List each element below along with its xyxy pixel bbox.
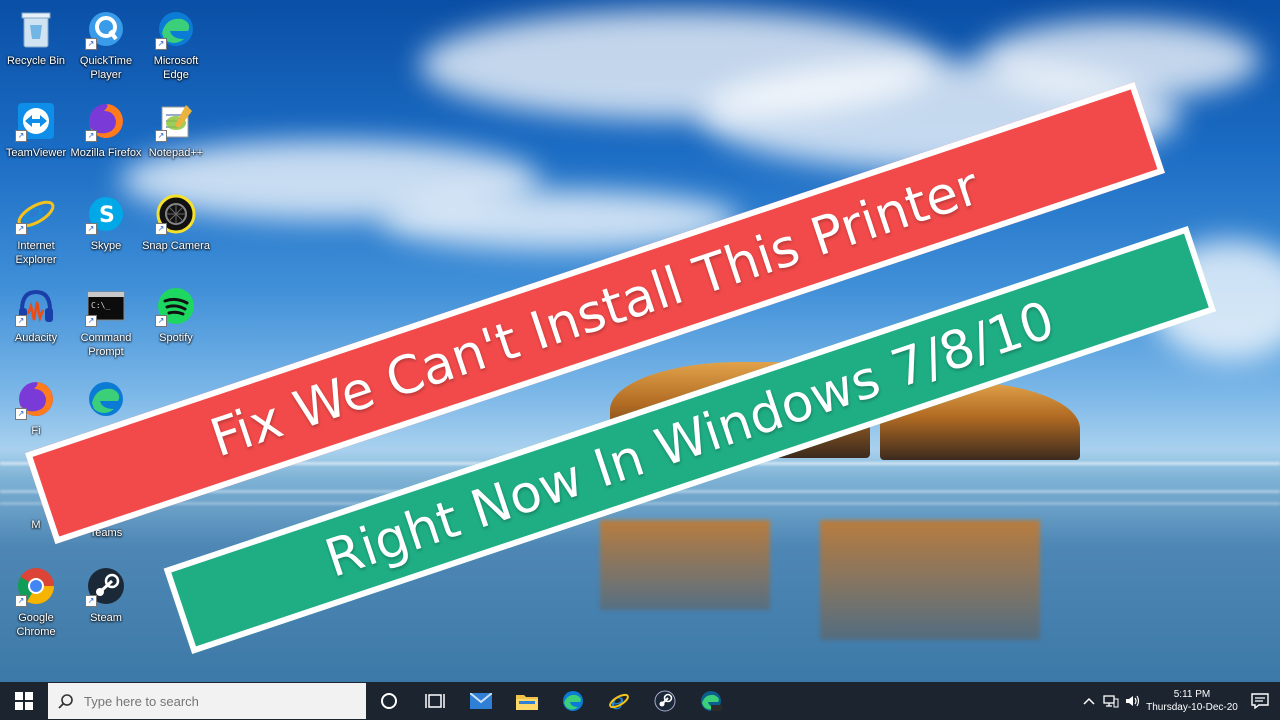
search-input[interactable]: [82, 692, 346, 710]
shortcut-arrow-icon: ↗: [155, 315, 167, 327]
shortcut-arrow-icon: ↗: [15, 595, 27, 607]
desktop-icon-teamviewer[interactable]: ↗ TeamViewer: [0, 100, 72, 160]
shortcut-arrow-icon: ↗: [85, 595, 97, 607]
shortcut-arrow-icon: ↗: [15, 223, 27, 235]
desktop-icon-recycle-bin[interactable]: Recycle Bin: [0, 8, 72, 68]
internet-explorer-icon: e ↗: [15, 193, 57, 235]
task-view-button[interactable]: [412, 682, 458, 720]
teamviewer-icon: ↗: [15, 100, 57, 142]
chevron-up-icon: [1083, 697, 1095, 705]
file-explorer-icon: [516, 695, 538, 710]
edge-icon: [85, 378, 127, 420]
taskbar-edge[interactable]: [550, 682, 596, 720]
shortcut-arrow-icon: ↗: [85, 130, 97, 142]
shortcut-arrow-icon: ↗: [15, 130, 27, 142]
task-view-icon: [425, 694, 445, 708]
taskbar-clock[interactable]: 5:11 PM Thursday-10-Dec-20: [1144, 688, 1240, 714]
audacity-icon: ↗: [15, 285, 57, 327]
command-prompt-icon: C:\_ ↗: [85, 285, 127, 327]
clock-time: 5:11 PM: [1173, 689, 1211, 700]
snap-camera-icon: ↗: [155, 193, 197, 235]
shortcut-arrow-icon: ↗: [155, 130, 167, 142]
action-center-button[interactable]: [1240, 682, 1280, 720]
system-tray: 5:11 PM Thursday-10-Dec-20: [1078, 682, 1280, 720]
skype-icon: S ↗: [85, 193, 127, 235]
taskbar-internet-explorer[interactable]: e: [596, 682, 642, 720]
internet-explorer-icon: e: [609, 690, 629, 712]
firefox-icon: ↗: [85, 100, 127, 142]
taskbar-edge-dev[interactable]: [688, 682, 734, 720]
shortcut-arrow-icon: ↗: [155, 38, 167, 50]
desktop-icon-firefox[interactable]: ↗ Mozilla Firefox: [70, 100, 142, 160]
desktop-icon-spotify[interactable]: ↗ Spotify: [140, 285, 212, 345]
taskbar-mail[interactable]: [458, 682, 504, 720]
desktop-icon-skype[interactable]: S ↗ Skype: [70, 193, 142, 253]
desktop-icon-notepad-plus-plus[interactable]: ↗ Notepad++: [140, 100, 212, 160]
desktop-icon-firefox-2[interactable]: ↗ Fi: [0, 378, 72, 438]
edge-dev-icon: [701, 691, 722, 711]
cortana-icon: [381, 693, 397, 709]
steam-icon: [654, 690, 676, 712]
shortcut-arrow-icon: ↗: [85, 315, 97, 327]
edge-icon: ↗: [155, 8, 197, 50]
svg-text:S: S: [99, 203, 115, 228]
mail-icon: [470, 693, 492, 709]
edge-icon: [563, 691, 583, 711]
shortcut-arrow-icon: ↗: [15, 315, 27, 327]
desktop-icon-command-prompt[interactable]: C:\_ ↗ Command Prompt: [70, 285, 142, 359]
desktop-icon-internet-explorer[interactable]: e ↗ Internet Explorer: [0, 193, 72, 267]
desktop-icon-snap-camera[interactable]: ↗ Snap Camera: [140, 193, 212, 253]
notepad-plus-plus-icon: ↗: [155, 100, 197, 142]
volume-icon: [1126, 695, 1140, 707]
shortcut-arrow-icon: ↗: [85, 38, 97, 50]
network-button[interactable]: [1100, 682, 1122, 720]
cortana-button[interactable]: [366, 682, 412, 720]
desktop[interactable]: Recycle Bin ↗ TeamViewer e ↗ Internet Ex…: [0, 0, 1280, 682]
clock-date: Thursday-10-Dec-20: [1146, 702, 1238, 713]
desktop-icon-google-chrome[interactable]: ↗ Google Chrome: [0, 565, 72, 639]
show-hidden-icons-button[interactable]: [1078, 682, 1100, 720]
shortcut-arrow-icon: ↗: [85, 223, 97, 235]
desktop-icon-microsoft-edge[interactable]: ↗ Microsoft Edge: [140, 8, 212, 82]
firefox-icon: ↗: [15, 378, 57, 420]
windows-logo-icon: [15, 692, 33, 710]
spotify-icon: ↗: [155, 285, 197, 327]
taskbar: e 5:11 PM Thursday-10-Dec-20: [0, 682, 1280, 720]
volume-button[interactable]: [1122, 682, 1144, 720]
desktop-icon-audacity[interactable]: ↗ Audacity: [0, 285, 72, 345]
steam-icon: ↗: [85, 565, 127, 607]
start-button[interactable]: [0, 682, 48, 720]
taskbar-search-box[interactable]: [48, 683, 366, 719]
recycle-bin-icon: [15, 8, 57, 50]
desktop-icon-quicktime[interactable]: ↗ QuickTime Player: [70, 8, 142, 82]
search-icon: [58, 694, 73, 709]
network-icon: [1103, 695, 1119, 708]
quicktime-icon: ↗: [85, 8, 127, 50]
notification-icon: [1251, 693, 1269, 709]
chrome-icon: ↗: [15, 565, 57, 607]
taskbar-file-explorer[interactable]: [504, 682, 550, 720]
svg-text:C:\_: C:\_: [91, 301, 110, 310]
shortcut-arrow-icon: ↗: [155, 223, 167, 235]
desktop-icon-steam[interactable]: ↗ Steam: [70, 565, 142, 625]
taskbar-steam[interactable]: [642, 682, 688, 720]
shortcut-arrow-icon: ↗: [15, 408, 27, 420]
